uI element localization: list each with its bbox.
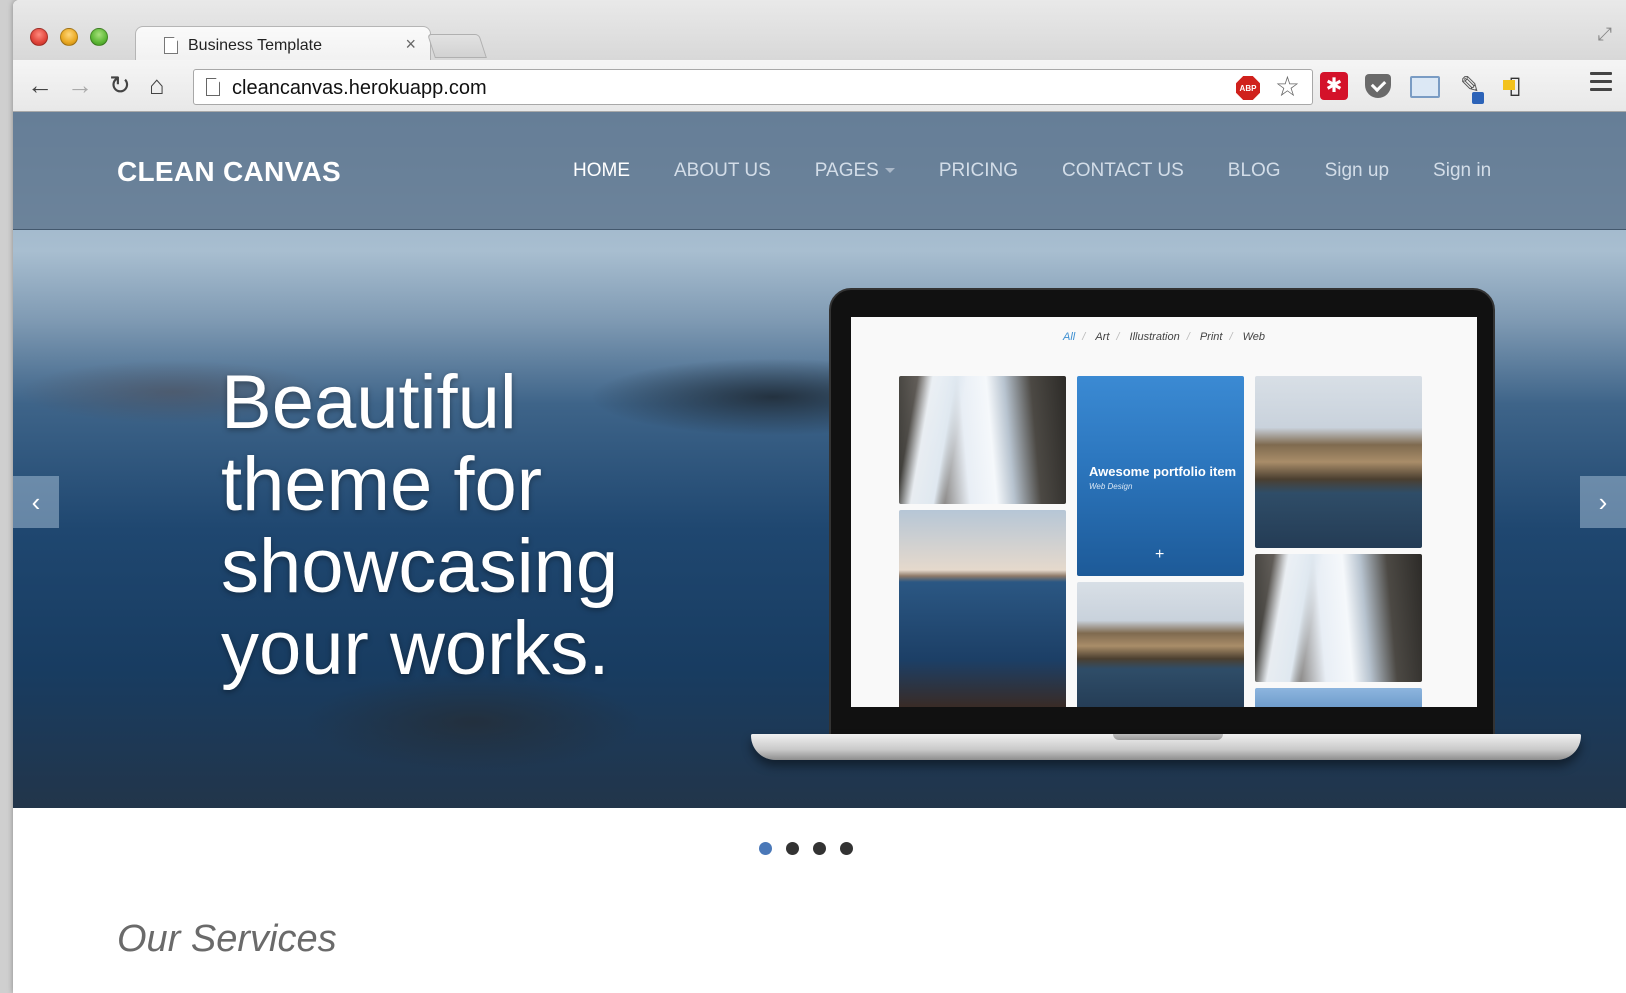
signout-icon[interactable]: ▯: [1501, 72, 1529, 100]
tab-business-template[interactable]: Business Template ×: [135, 26, 431, 62]
close-window-button[interactable]: [30, 28, 48, 46]
menu-icon[interactable]: [1590, 72, 1612, 92]
portfolio-image: [1255, 554, 1422, 682]
nav-signin[interactable]: Sign in: [1433, 160, 1491, 182]
hero-headline: Beautiful theme for showcasing your work…: [221, 362, 741, 690]
laptop-mockup: All / Art / Illustration / Print / Web Aweso…: [829, 288, 1495, 736]
headline-line: theme for: [221, 442, 543, 527]
carousel-dot[interactable]: [759, 842, 772, 855]
section-title: Our Services: [117, 918, 337, 960]
headline-line: showcasing: [221, 524, 619, 609]
headline-line: your works.: [221, 606, 610, 691]
carousel-dot[interactable]: [786, 842, 799, 855]
nav-about[interactable]: ABOUT US: [674, 160, 771, 182]
nav-pages-label: PAGES: [814, 160, 879, 181]
portfolio-image: [1077, 582, 1244, 707]
nav-blog[interactable]: BLOG: [1228, 160, 1281, 182]
brand-logo[interactable]: CLEAN CANVAS: [117, 156, 341, 188]
reload-icon[interactable]: ↻: [109, 70, 131, 100]
new-tab-button[interactable]: [427, 34, 487, 58]
nav-pricing[interactable]: PRICING: [939, 160, 1018, 182]
laptop-notch: [1113, 734, 1223, 740]
filter-all: All: [1063, 331, 1076, 343]
back-arrow-icon[interactable]: ←: [27, 70, 53, 100]
filter-web: Web: [1242, 331, 1265, 343]
tab-close-icon[interactable]: ×: [405, 34, 416, 55]
minimize-window-button[interactable]: [60, 28, 78, 46]
slider-prev-button[interactable]: ‹: [13, 476, 59, 528]
nav-signup[interactable]: Sign up: [1325, 160, 1389, 182]
fullscreen-icon[interactable]: ⤢: [1598, 24, 1612, 45]
featured-subtitle: Web Design: [1089, 482, 1133, 491]
plus-icon: +: [1155, 546, 1165, 563]
website: CLEAN CANVAS HOME ABOUT US PAGES PRICING…: [13, 112, 1626, 993]
bookmark-star-icon[interactable]: ☆: [1275, 70, 1300, 103]
nav-contact[interactable]: CONTACT US: [1062, 160, 1184, 182]
filter-art: Art: [1095, 331, 1110, 343]
address-bar[interactable]: cleancanvas.herokuapp.com ABP ☆: [193, 69, 1313, 105]
carousel-dot[interactable]: [840, 842, 853, 855]
carousel-indicators: [759, 842, 853, 855]
portfolio-image: [899, 376, 1066, 504]
page-icon: [164, 37, 178, 54]
portfolio-image: [899, 510, 1066, 707]
nav-pages[interactable]: PAGES: [815, 160, 895, 182]
laptop-screen: All / Art / Illustration / Print / Web Aweso…: [851, 317, 1477, 707]
color-picker-icon[interactable]: ✎: [1456, 72, 1484, 104]
zoom-window-button[interactable]: [90, 28, 108, 46]
main-nav: HOME ABOUT US PAGES PRICING CONTACT US B…: [573, 160, 1535, 182]
filter-print: Print: [1199, 331, 1223, 343]
tab-strip: Business Template × ⤢: [13, 0, 1626, 62]
carousel-dot[interactable]: [813, 842, 826, 855]
hero-slider: CLEAN CANVAS HOME ABOUT US PAGES PRICING…: [13, 112, 1626, 808]
adblock-icon[interactable]: ABP: [1236, 76, 1260, 100]
site-header: CLEAN CANVAS HOME ABOUT US PAGES PRICING…: [13, 112, 1626, 230]
browser-window: Business Template × ⤢ ← → ↻ ⌂ cleancanva…: [13, 0, 1626, 993]
browser-toolbar: ← → ↻ ⌂ cleancanvas.herokuapp.com ABP ☆ …: [13, 60, 1626, 112]
featured-title: Awesome portfolio item: [1089, 464, 1237, 479]
portfolio-filters: All / Art / Illustration / Print / Web: [1063, 331, 1265, 343]
filter-illustration: Illustration: [1129, 331, 1180, 343]
screenshot-icon[interactable]: [1410, 76, 1440, 98]
forward-arrow-icon[interactable]: →: [67, 70, 93, 100]
portfolio-image: [1255, 688, 1422, 707]
pocket-icon[interactable]: [1365, 74, 1391, 98]
lastpass-icon[interactable]: ✱: [1320, 72, 1348, 100]
caret-down-icon: [884, 168, 895, 174]
slider-next-button[interactable]: ›: [1580, 476, 1626, 528]
page-icon: [206, 78, 220, 96]
nav-home[interactable]: HOME: [573, 160, 630, 182]
headline-line: Beautiful: [221, 360, 517, 445]
url-text[interactable]: cleancanvas.herokuapp.com: [232, 77, 487, 100]
portfolio-featured-item: Awesome portfolio item Web Design +: [1077, 376, 1244, 576]
home-icon[interactable]: ⌂: [149, 70, 165, 100]
portfolio-image: [1255, 376, 1422, 548]
tab-title: Business Template: [188, 37, 322, 54]
